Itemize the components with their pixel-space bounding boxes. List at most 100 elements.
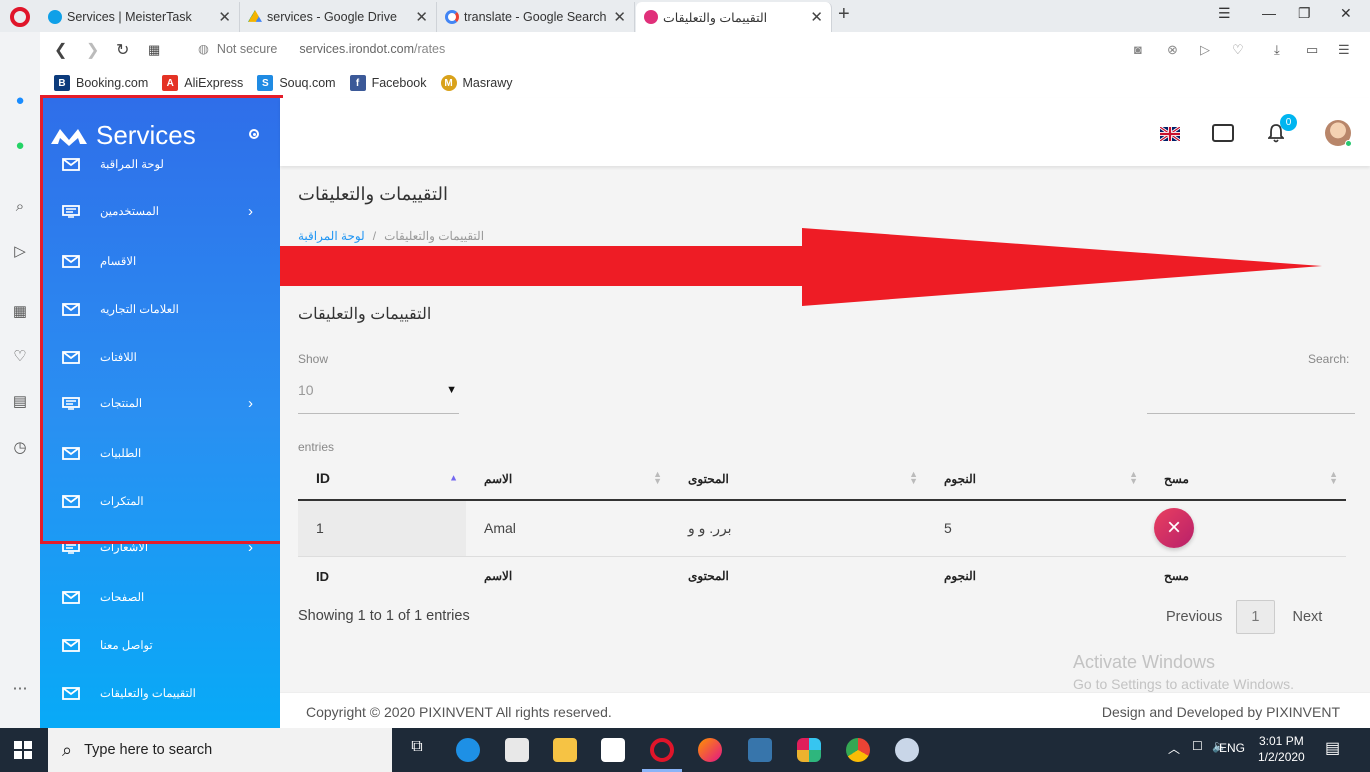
taskbar-search-box[interactable]: ⌕ Type here to search — [48, 728, 392, 772]
table-footer-row: ID الاسم المحتوى النجوم مسح — [298, 555, 1346, 596]
file-explorer-icon[interactable] — [553, 738, 577, 762]
network-icon[interactable]: ☐ — [1192, 739, 1203, 753]
tab-google-drive[interactable]: services - Google Drive ✕ — [240, 2, 437, 32]
language-indicator[interactable]: ENG — [1219, 741, 1245, 755]
search-icon[interactable]: ⌕ — [10, 196, 30, 216]
copyright-text: Copyright © 2020 PIXINVENT All rights re… — [306, 704, 612, 720]
top-navbar: 0 — [280, 98, 1370, 166]
close-tab-icon[interactable]: ✕ — [415, 8, 428, 26]
task-view-icon[interactable]: ⧉ — [405, 738, 429, 762]
page-length-value: 10 — [298, 382, 314, 398]
google-favicon-icon — [445, 10, 459, 24]
cell-stars: 5 — [926, 500, 1146, 557]
settings-easy-setup-icon[interactable]: ☰ — [1338, 42, 1350, 58]
show-label: Show — [298, 352, 329, 366]
opera-sidebar: ● ● ⌕ ▷ ▦ ♡ ▤ ◷ ⋯ — [0, 32, 40, 728]
windows-start-icon[interactable] — [14, 741, 32, 759]
cell-content: برر. و و — [670, 500, 926, 557]
more-icon[interactable]: ⋯ — [10, 678, 30, 698]
opera-taskbar-icon[interactable] — [650, 738, 674, 762]
tab-ratings-active[interactable]: التقييمات والتعليقات ✕ — [636, 2, 832, 32]
url-field[interactable]: ◍ Not secure services.irondot.com/rates — [198, 41, 446, 57]
store-icon[interactable] — [601, 738, 625, 762]
bookmark-facebook[interactable]: f Facebook — [349, 75, 427, 91]
reload-icon[interactable]: ↻ — [116, 40, 129, 60]
news-icon[interactable]: ▤ — [10, 391, 30, 411]
close-tab-icon[interactable]: ✕ — [810, 8, 823, 26]
dropdown-caret-icon: ▼ — [446, 384, 457, 396]
minimize-icon[interactable]: — — [1262, 5, 1276, 21]
pagination: Previous 1 Next — [1152, 600, 1336, 634]
tab-title: Services | MeisterTask — [67, 10, 192, 24]
opera-logo-icon[interactable] — [10, 7, 30, 27]
messenger-icon[interactable]: ● — [10, 90, 30, 110]
download-icon[interactable]: ⤓ — [1274, 42, 1280, 58]
forward-icon[interactable]: ❯ — [86, 40, 99, 60]
adblock-icon[interactable]: ⊗ — [1167, 42, 1178, 58]
mail-icon[interactable] — [505, 738, 529, 762]
firefox-icon[interactable] — [698, 738, 722, 762]
fullscreen-icon[interactable] — [1212, 124, 1234, 142]
bookmarks-heart-icon[interactable]: ♡ — [10, 346, 30, 366]
google-drive-favicon-icon — [248, 10, 262, 22]
cell-id: 1 — [298, 500, 466, 557]
previous-page-button[interactable]: Previous — [1152, 603, 1236, 631]
close-window-icon[interactable]: ✕ — [1340, 5, 1352, 22]
sort-icon: ▲ ▼ — [909, 468, 918, 486]
bookmark-souq[interactable]: S Souq.com — [257, 75, 336, 91]
next-page-button[interactable]: Next — [1279, 603, 1337, 631]
bookmark-aliexpress[interactable]: A AliExpress — [162, 75, 243, 91]
tray-expand-icon[interactable]: ︿ — [1168, 740, 1180, 757]
sidebar-item-label: تواصل معنا — [100, 640, 153, 652]
page-length-select[interactable]: 10 ▼ — [298, 378, 459, 414]
action-center-icon[interactable]: ▤ — [1325, 738, 1340, 758]
system-clock[interactable]: 3:01 PM 1/2/2020 — [1258, 733, 1305, 765]
bookmarks-bar: B Booking.com A AliExpress S Souq.com f … — [40, 68, 1370, 98]
column-header-stars[interactable]: النجوم ▲ ▼ — [926, 456, 1146, 501]
column-header-name[interactable]: الاسم ▲ ▼ — [466, 456, 670, 501]
battery-icon[interactable]: ▭ — [1306, 42, 1318, 58]
page-title: التقييمات والتعليقات — [298, 184, 448, 204]
sidebar-item[interactable]: الصفحات — [40, 575, 280, 619]
tab-title: translate - Google Search — [464, 10, 607, 24]
heart-icon[interactable]: ♡ — [1232, 42, 1244, 58]
send-icon[interactable]: ▷ — [1200, 42, 1210, 58]
bookmark-masrawy[interactable]: M Masrawy — [440, 75, 513, 91]
back-icon[interactable]: ❮ — [54, 40, 67, 60]
bookmark-label: Masrawy — [462, 76, 513, 90]
table-search-input[interactable] — [1147, 388, 1355, 414]
whatsapp-icon[interactable]: ● — [10, 135, 30, 155]
sort-asc-icon: ▲ — [449, 472, 458, 482]
bookmark-label: Facebook — [371, 76, 427, 90]
close-tab-icon[interactable]: ✕ — [218, 8, 231, 26]
tab-menu-icon[interactable]: ☰ — [1218, 5, 1231, 22]
delete-button[interactable]: × — [1154, 508, 1194, 549]
url-path: /rates — [414, 41, 446, 56]
tab-meistertask[interactable]: Services | MeisterTask ✕ — [40, 2, 240, 32]
camera-icon[interactable]: ◙ — [1134, 42, 1142, 57]
send-flow-icon[interactable]: ▷ — [10, 241, 30, 261]
column-header-delete[interactable]: مسح ▲ ▼ — [1146, 456, 1346, 501]
column-header-content[interactable]: المحتوى ▲ ▼ — [670, 456, 926, 501]
speed-dial-icon[interactable]: ▦ — [10, 301, 30, 321]
paint-icon[interactable] — [895, 738, 919, 762]
speed-dial-icon[interactable]: ▦ — [148, 42, 160, 58]
column-header-id[interactable]: ID ▲ — [298, 456, 466, 501]
restore-icon[interactable]: ❐ — [1298, 5, 1311, 22]
edge-icon[interactable] — [456, 738, 480, 762]
footer-col-id: ID — [298, 555, 466, 596]
sidebar-item[interactable]: التقييمات والتعليقات — [40, 671, 280, 715]
mail-icon — [62, 686, 80, 700]
python-icon[interactable] — [748, 738, 772, 762]
tab-google-search[interactable]: translate - Google Search ✕ — [437, 2, 635, 32]
bookmark-booking[interactable]: B Booking.com — [54, 75, 148, 91]
sidebar-item[interactable]: تواصل معنا — [40, 623, 280, 667]
chrome-icon[interactable] — [846, 738, 870, 762]
history-clock-icon[interactable]: ◷ — [10, 437, 30, 457]
slack-icon[interactable] — [797, 738, 821, 762]
uk-flag-icon[interactable] — [1160, 127, 1180, 141]
current-page-button[interactable]: 1 — [1236, 600, 1275, 634]
new-tab-icon[interactable]: + — [838, 3, 850, 26]
close-tab-icon[interactable]: ✕ — [613, 8, 626, 26]
globe-icon: ◍ — [198, 42, 209, 56]
